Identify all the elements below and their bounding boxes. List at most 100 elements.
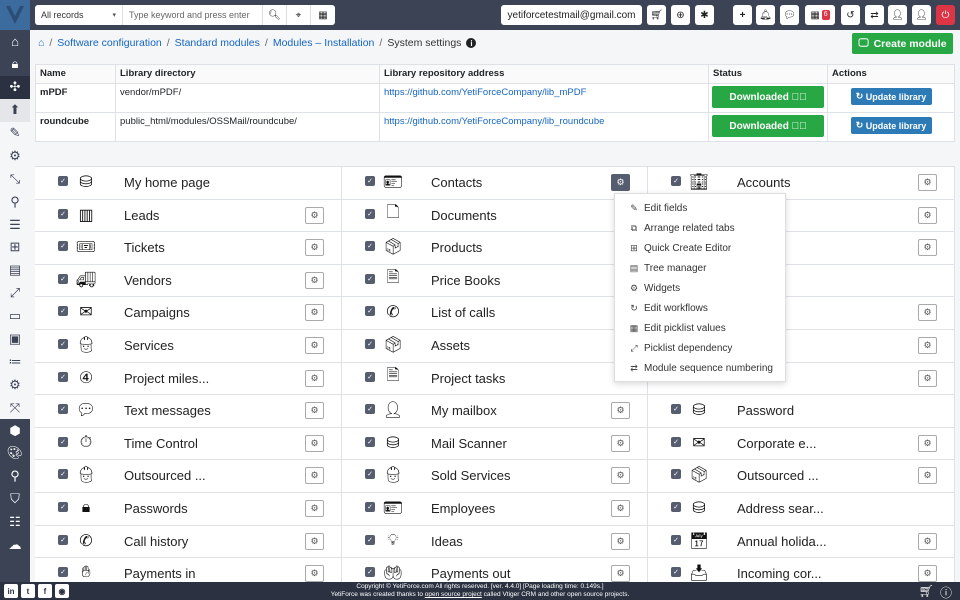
breadcrumb-standard-modules[interactable]: Standard modules — [175, 37, 260, 49]
module-settings-button[interactable]: ⚙ — [305, 532, 324, 550]
dropdown-item-edit-workflows[interactable]: ↻ Edit workflows — [615, 298, 785, 318]
module-settings-button[interactable]: ⚙ — [918, 565, 937, 582]
mail-account-button[interactable]: yetiforcetestmail@gmail.com — [501, 5, 642, 25]
cart-icon[interactable]: 🛒︎ — [919, 584, 934, 600]
module-settings-button[interactable]: ⚙ — [611, 532, 630, 550]
sidebar-item-cloud[interactable]: ☁ — [0, 533, 30, 557]
update-library-button[interactable]: ↻ Update library — [850, 88, 932, 105]
search-scope-select[interactable]: All records ▾ — [35, 5, 123, 25]
yetiforce-logo[interactable] — [0, 0, 30, 30]
sidebar-item-folder[interactable]: ▭ — [0, 305, 30, 328]
sidebar-item-lock-module[interactable]: 🔒︎ — [0, 52, 30, 76]
dropdown-item-arrange-related-tabs[interactable]: ⧉ Arrange related tabs — [615, 218, 785, 238]
module-enabled-checkbox[interactable]: ✓ — [365, 501, 375, 512]
module-enabled-checkbox[interactable]: ✓ — [365, 371, 375, 382]
module-enabled-checkbox[interactable]: ✓ — [671, 404, 681, 415]
chat-button[interactable]: 💬︎ — [780, 5, 799, 25]
quick-create-button[interactable]: + — [733, 5, 752, 25]
module-enabled-checkbox[interactable]: ✓ — [58, 338, 68, 349]
sidebar-item-security[interactable]: ⛉ — [0, 487, 30, 511]
user-profile-button[interactable]: 👤︎ — [888, 5, 907, 25]
module-settings-button[interactable]: ⚙ — [611, 402, 630, 420]
module-enabled-checkbox[interactable]: ✓ — [365, 208, 375, 219]
notifications-button[interactable]: 🔔︎ — [756, 5, 775, 25]
dropdown-item-module-sequence-numbering[interactable]: ⇄ Module sequence numbering — [615, 358, 785, 378]
module-settings-button[interactable]: ⚙ — [305, 304, 324, 322]
module-enabled-checkbox[interactable]: ✓ — [58, 501, 68, 512]
module-settings-button[interactable]: ⚙ — [918, 434, 937, 452]
module-settings-button[interactable]: ⚙ — [305, 206, 324, 224]
module-enabled-checkbox[interactable]: ✓ — [58, 208, 68, 219]
sidebar-item-module-gear[interactable]: ⚙ — [0, 144, 30, 167]
module-settings-button[interactable]: ⚙ — [918, 369, 937, 387]
report-bug-button[interactable]: ✱ — [695, 5, 714, 25]
module-settings-button[interactable]: ⚙ — [918, 206, 937, 224]
module-enabled-checkbox[interactable]: ✓ — [671, 534, 681, 545]
sidebar-item-plus-square[interactable]: ⊞ — [0, 236, 30, 259]
sidebar-item-resize[interactable]: ⤢ — [0, 282, 30, 305]
module-enabled-checkbox[interactable]: ✓ — [365, 338, 375, 349]
module-enabled-checkbox[interactable]: ✓ — [365, 306, 375, 317]
module-enabled-checkbox[interactable]: ✓ — [365, 436, 375, 447]
module-enabled-checkbox[interactable]: ✓ — [58, 567, 68, 578]
sidebar-item-list-check[interactable]: ☰ — [0, 213, 30, 236]
reminders-button[interactable]: ▦ 6 — [805, 5, 835, 25]
dropdown-item-widgets[interactable]: ⚙ Widgets — [615, 278, 785, 298]
sidebar-item-module-cog[interactable]: ⚙ — [0, 373, 30, 396]
sidebar-item-module-relations[interactable]: ⤡ — [0, 167, 30, 190]
open-source-link[interactable]: open source project — [425, 591, 482, 598]
sidebar-item-module-search[interactable]: ⚲ — [0, 190, 30, 213]
module-settings-button[interactable]: ⚙ — [305, 336, 324, 354]
module-settings-button[interactable]: ⚙ — [305, 369, 324, 387]
module-enabled-checkbox[interactable]: ✓ — [58, 273, 68, 284]
module-enabled-checkbox[interactable]: ✓ — [58, 534, 68, 545]
module-settings-button[interactable]: ⚙ — [305, 499, 324, 517]
breadcrumb-software-configuration[interactable]: Software configuration — [57, 37, 161, 49]
sidebar-item-picklist[interactable]: ▣ — [0, 328, 30, 351]
dropdown-item-edit-picklist-values[interactable]: ▦ Edit picklist values — [615, 318, 785, 338]
module-enabled-checkbox[interactable]: ✓ — [365, 534, 375, 545]
create-module-button[interactable]: 🖵︎ Create module — [852, 33, 953, 54]
module-settings-button[interactable]: ⚙ — [918, 304, 937, 322]
logout-button[interactable]: ⏻ — [936, 5, 955, 25]
module-enabled-checkbox[interactable]: ✓ — [58, 176, 68, 186]
module-settings-button[interactable]: ⚙ — [305, 239, 324, 257]
library-repo-link[interactable]: https://github.com/YetiForceCompany/lib_… — [384, 87, 586, 98]
module-settings-button[interactable]: ⚙ — [918, 532, 937, 550]
sidebar-item-module-edit[interactable]: ✎ — [0, 122, 30, 145]
sidebar-item-window[interactable]: ▤ — [0, 259, 30, 282]
switch-button[interactable]: ⇄ — [865, 5, 884, 25]
module-enabled-checkbox[interactable]: ✓ — [671, 501, 681, 512]
library-repo-link[interactable]: https://github.com/YetiForceCompany/lib_… — [384, 116, 604, 127]
module-enabled-checkbox[interactable]: ✓ — [58, 404, 68, 415]
advanced-search-button[interactable]: ▦ — [311, 5, 335, 25]
module-settings-button[interactable]: ⚙ — [305, 402, 324, 420]
module-enabled-checkbox[interactable]: ✓ — [58, 241, 68, 252]
info-icon[interactable]: ⓘ — [940, 584, 952, 600]
module-settings-button[interactable]: ⚙ — [305, 467, 324, 485]
module-enabled-checkbox[interactable]: ✓ — [671, 176, 681, 186]
update-library-button[interactable]: ↻ Update library — [850, 117, 932, 134]
breadcrumb-home[interactable]: ⌂ — [38, 37, 44, 49]
module-enabled-checkbox[interactable]: ✓ — [58, 436, 68, 447]
help-button[interactable]: ⊕ — [671, 5, 690, 25]
module-settings-button[interactable]: ⚙ — [918, 174, 937, 191]
module-enabled-checkbox[interactable]: ✓ — [58, 371, 68, 382]
sidebar-item-module-upload[interactable]: ⬆ — [0, 98, 30, 122]
module-settings-button[interactable]: ⚙ — [305, 271, 324, 289]
sidebar-item-palette[interactable]: 🎨︎ — [0, 442, 30, 465]
module-enabled-checkbox[interactable]: ✓ — [365, 567, 375, 578]
search-options-button[interactable]: ⌖ — [287, 5, 311, 25]
module-settings-button[interactable]: ⚙ — [611, 467, 630, 485]
module-enabled-checkbox[interactable]: ✓ — [58, 469, 68, 480]
dropdown-item-edit-fields[interactable]: ✎ Edit fields — [615, 198, 785, 218]
module-enabled-checkbox[interactable]: ✓ — [671, 436, 681, 447]
module-settings-button[interactable]: ⚙ — [918, 336, 937, 354]
module-enabled-checkbox[interactable]: ✓ — [58, 306, 68, 317]
sidebar-item-modules-3d[interactable]: ⬢ — [0, 419, 30, 443]
sidebar-item-home[interactable]: ⌂ — [0, 30, 30, 53]
module-enabled-checkbox[interactable]: ✓ — [671, 567, 681, 578]
module-enabled-checkbox[interactable]: ✓ — [365, 404, 375, 415]
sidebar-item-puzzle-settings[interactable]: ✣ — [0, 75, 30, 99]
module-settings-button[interactable]: ⚙ — [611, 434, 630, 452]
